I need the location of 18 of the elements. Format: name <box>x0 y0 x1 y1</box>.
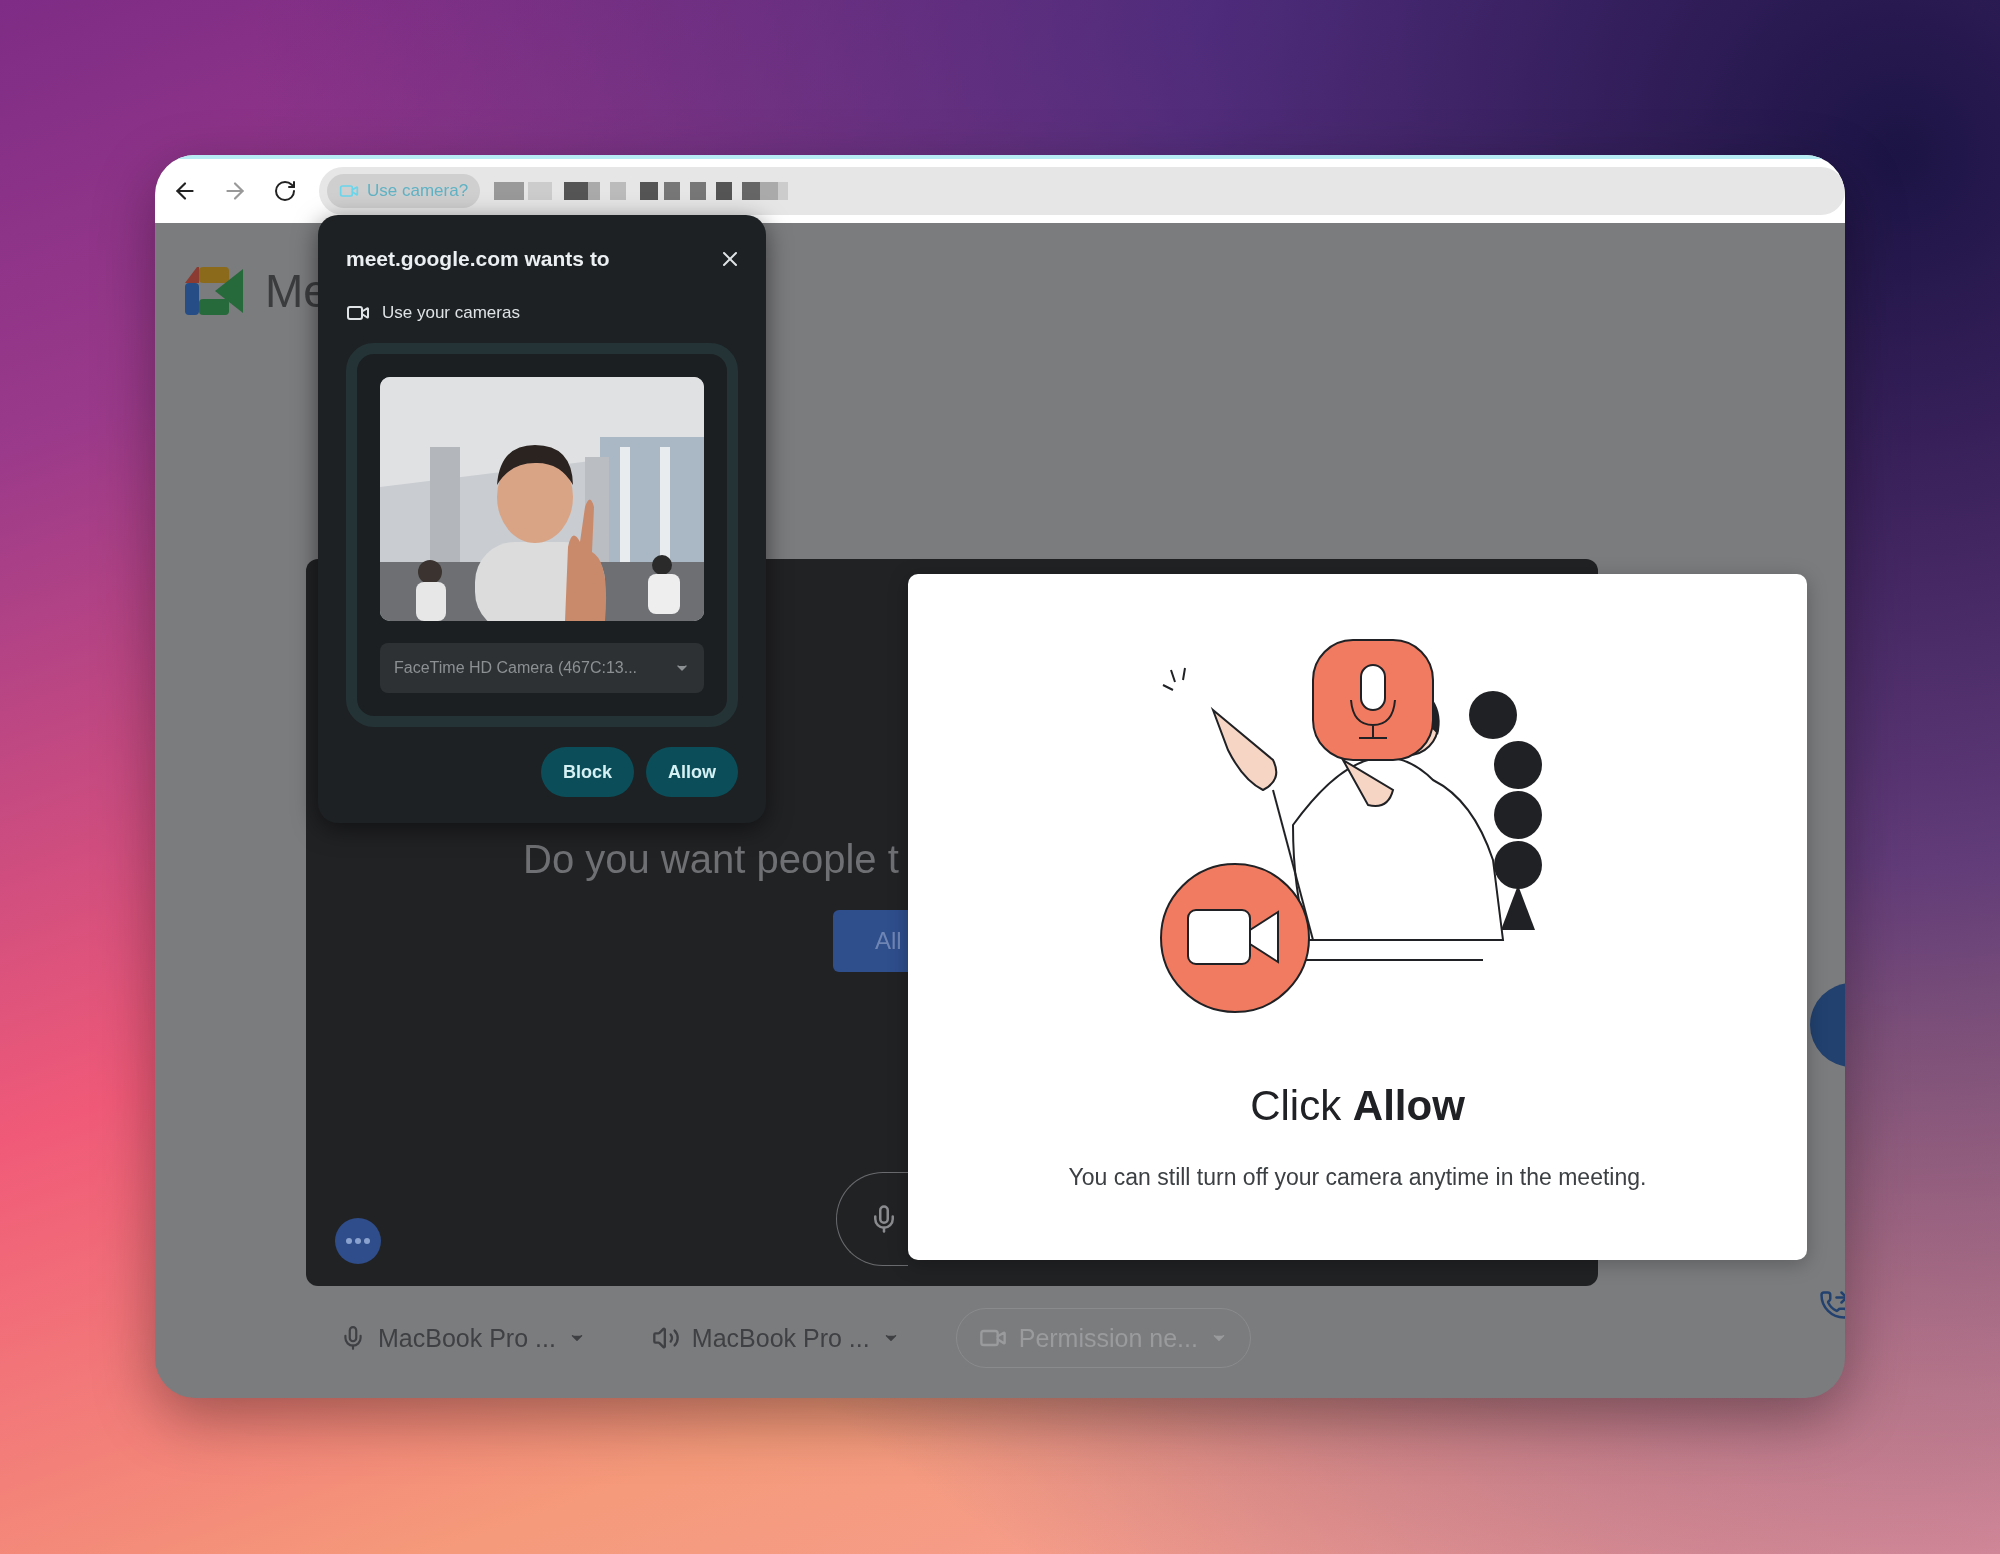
device-select[interactable]: MacBook Pro ... <box>330 1308 596 1368</box>
popup-title: meet.google.com wants to <box>346 247 610 271</box>
camera-select[interactable]: FaceTime HD Camera (467C:13... <box>380 643 704 693</box>
meet-logo-icon <box>185 267 243 315</box>
camera-permission-chip[interactable]: Use camera? <box>327 174 481 208</box>
card-title: Click Allow <box>1250 1082 1465 1130</box>
more-icon <box>346 1238 370 1244</box>
permission-label: Use your cameras <box>382 303 520 323</box>
allow-access-button[interactable]: All <box>833 910 908 972</box>
card-text: You can still turn off your camera anytime in the meeting. <box>1068 1164 1647 1191</box>
permission-button[interactable]: Allow <box>646 747 738 797</box>
permission-button[interactable]: Block <box>540 747 634 797</box>
prompt-heading: Do you want people t <box>523 837 900 882</box>
more-options-button[interactable] <box>335 1218 381 1264</box>
phone-forward-icon[interactable] <box>1819 1290 1845 1320</box>
reload-icon <box>273 179 297 203</box>
device-select[interactable]: MacBook Pro ... <box>641 1308 910 1368</box>
address-bar[interactable]: Use camera? <box>319 167 1845 215</box>
